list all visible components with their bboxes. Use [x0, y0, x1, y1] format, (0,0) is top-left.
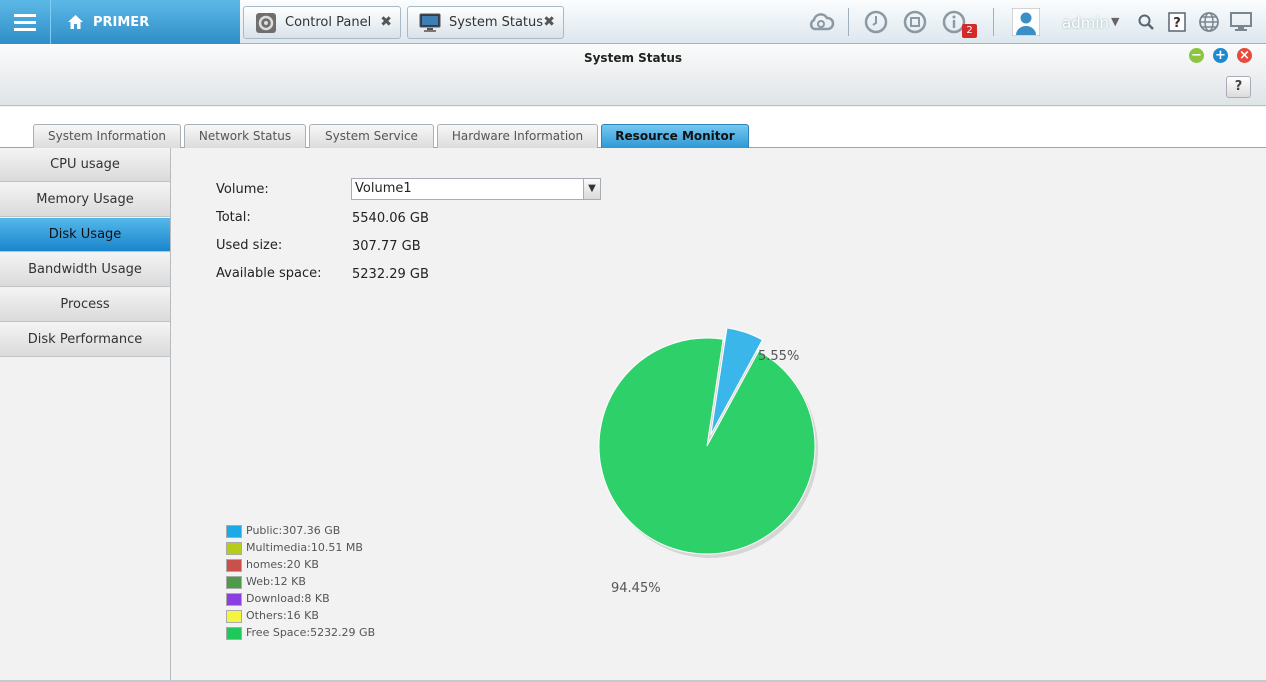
- pie-label-free-space: 94.45%: [611, 581, 661, 596]
- sidebar: CPU usage Memory Usage Disk Usage Bandwi…: [0, 148, 171, 682]
- disk-usage-panel: Volume: Volume1 ▼ Total: 5540.06 GB Used…: [172, 148, 1266, 682]
- divider: [848, 8, 849, 36]
- sidebar-item-process[interactable]: Process: [0, 288, 170, 322]
- clock-icon[interactable]: [863, 9, 889, 35]
- tab-label: System Status: [449, 15, 544, 30]
- minimize-icon[interactable]: −: [1189, 48, 1204, 63]
- tab-resource-monitor[interactable]: Resource Monitor: [601, 124, 749, 148]
- sync-icon[interactable]: [902, 9, 928, 35]
- sidebar-item-disk-performance[interactable]: Disk Performance: [0, 323, 170, 357]
- used-size-value: 307.77 GB: [352, 239, 421, 254]
- control-panel-icon: [254, 12, 278, 34]
- used-size-label: Used size:: [216, 238, 283, 253]
- close-tab-icon[interactable]: ✖: [380, 14, 392, 30]
- legend-swatch: [226, 576, 242, 589]
- cloud-icon[interactable]: [807, 9, 835, 35]
- desktop-icon[interactable]: [1228, 9, 1254, 35]
- legend-label: Others:16 KB: [246, 609, 319, 622]
- top-bar: PRIMER Control Panel ✖ System Status ✖ 2…: [0, 0, 1266, 44]
- pie-label-public: 5.55%: [758, 349, 800, 364]
- chevron-down-icon[interactable]: ▼: [1111, 15, 1119, 28]
- legend-swatch: [226, 627, 242, 640]
- legend-label: Free Space:5232.29 GB: [246, 626, 376, 639]
- tab-system-information[interactable]: System Information: [33, 124, 181, 148]
- help-button[interactable]: ?: [1226, 76, 1251, 98]
- divider: [993, 8, 994, 36]
- tab-network-status[interactable]: Network Status: [184, 124, 306, 148]
- home-label: PRIMER: [93, 14, 150, 30]
- volume-select[interactable]: Volume1 ▼: [351, 178, 601, 200]
- home-button[interactable]: PRIMER: [50, 0, 240, 44]
- close-tab-icon[interactable]: ✖: [543, 14, 555, 30]
- search-icon[interactable]: [1136, 9, 1156, 35]
- tab-strip: System Information Network Status System…: [0, 107, 1266, 148]
- sidebar-item-bandwidth-usage[interactable]: Bandwidth Usage: [0, 253, 170, 287]
- avatar[interactable]: [1012, 8, 1040, 36]
- monitor-icon: [418, 12, 442, 34]
- chevron-down-icon[interactable]: ▼: [583, 179, 600, 199]
- close-icon[interactable]: ×: [1237, 48, 1252, 63]
- page-title: System Status: [583, 51, 683, 65]
- legend-swatch: [226, 559, 242, 572]
- legend-label: Public:307.36 GB: [246, 524, 341, 537]
- sidebar-item-cpu-usage[interactable]: CPU usage: [0, 148, 170, 182]
- legend-label: Multimedia:10.51 MB: [246, 541, 363, 554]
- home-icon: [68, 15, 83, 29]
- pie-slice-free-space[interactable]: [598, 337, 816, 555]
- hamburger-icon: [14, 14, 36, 31]
- notification-badge: 2: [962, 24, 977, 38]
- sidebar-item-memory-usage[interactable]: Memory Usage: [0, 183, 170, 217]
- available-space-label: Available space:: [216, 266, 322, 281]
- legend-label: homes:20 KB: [246, 558, 319, 571]
- legend-label: Download:8 KB: [246, 592, 330, 605]
- help-icon[interactable]: ?: [1166, 9, 1188, 35]
- legend-label: Web:12 KB: [246, 575, 306, 588]
- tab-label: Control Panel: [285, 15, 372, 30]
- tab-system-status[interactable]: System Status ✖: [407, 6, 564, 39]
- tab-system-service[interactable]: System Service: [309, 124, 434, 148]
- user-name[interactable]: admin: [1062, 14, 1109, 32]
- globe-icon[interactable]: [1197, 9, 1221, 35]
- tab-hardware-information[interactable]: Hardware Information: [437, 124, 598, 148]
- legend-swatch: [226, 610, 242, 623]
- available-space-value: 5232.29 GB: [352, 267, 429, 282]
- tab-control-panel[interactable]: Control Panel ✖: [243, 6, 401, 39]
- total-label: Total:: [216, 210, 251, 225]
- total-value: 5540.06 GB: [352, 211, 429, 226]
- window-header: System Status − + ×: [0, 44, 1266, 106]
- volume-select-value: Volume1: [355, 181, 412, 196]
- maximize-icon[interactable]: +: [1213, 48, 1228, 63]
- main-menu-button[interactable]: [0, 0, 50, 44]
- volume-label: Volume:: [216, 182, 269, 197]
- sidebar-item-disk-usage[interactable]: Disk Usage: [0, 218, 170, 252]
- svg-text:?: ?: [1173, 16, 1181, 31]
- legend-swatch: [226, 593, 242, 606]
- legend-swatch: [226, 542, 242, 555]
- legend-swatch: [226, 525, 242, 538]
